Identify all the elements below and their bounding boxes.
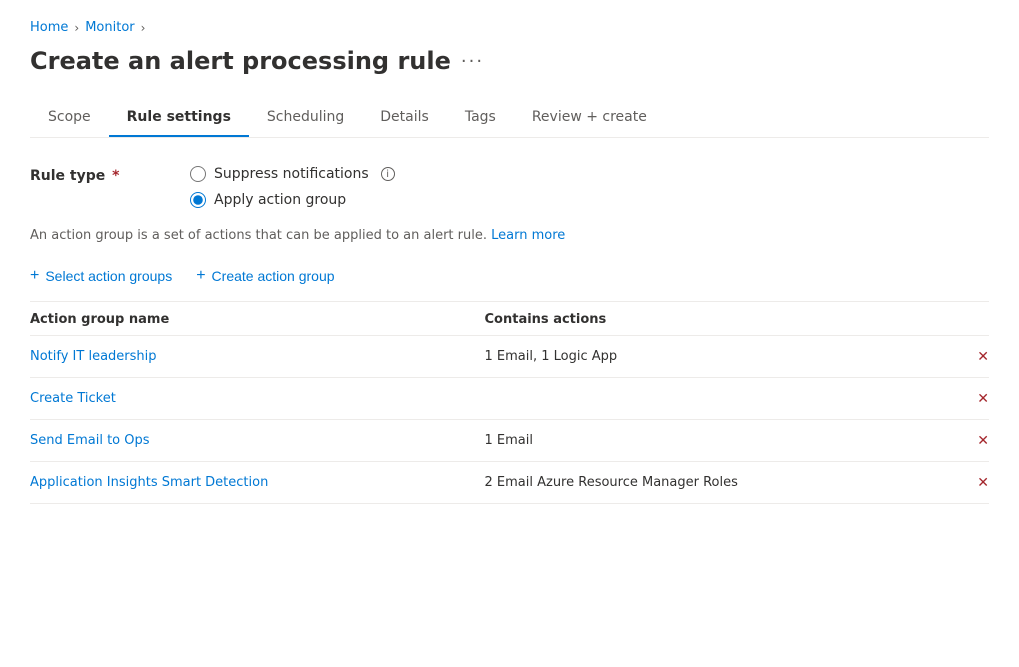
breadcrumb-sep-2: › — [141, 21, 146, 35]
row-2-name-link[interactable]: Create Ticket — [30, 391, 116, 406]
create-action-group-label: Create action group — [212, 268, 335, 284]
row-2-remove-icon: ✕ — [977, 390, 989, 407]
row-4-name: Application Insights Smart Detection — [30, 475, 485, 490]
table-row: Application Insights Smart Detection 2 E… — [30, 462, 989, 504]
row-3-name: Send Email to Ops — [30, 433, 485, 448]
tab-tags[interactable]: Tags — [447, 99, 514, 137]
breadcrumb-sep-1: › — [74, 21, 79, 35]
page-title-container: Create an alert processing rule ··· — [30, 47, 989, 75]
table-header-row: Action group name Contains actions — [30, 302, 989, 336]
tab-scheduling[interactable]: Scheduling — [249, 99, 362, 137]
create-action-group-button[interactable]: + Create action group — [196, 267, 334, 285]
col-header-contains-actions: Contains actions — [485, 312, 940, 327]
row-4-remove-icon: ✕ — [977, 474, 989, 491]
rule-type-section: Rule type * Suppress notifications i App… — [30, 166, 989, 208]
table-row: Notify IT leadership 1 Email, 1 Logic Ap… — [30, 336, 989, 378]
description-text: An action group is a set of actions that… — [30, 228, 487, 243]
breadcrumb: Home › Monitor › — [30, 20, 989, 35]
tab-scope[interactable]: Scope — [30, 99, 109, 137]
action-groups-table: Action group name Contains actions Notif… — [30, 302, 989, 504]
row-3-name-link[interactable]: Send Email to Ops — [30, 433, 150, 448]
select-action-groups-button[interactable]: + Select action groups — [30, 267, 172, 285]
row-1-remove-icon: ✕ — [977, 348, 989, 365]
page-title: Create an alert processing rule — [30, 47, 451, 75]
row-3-actions: 1 Email — [485, 433, 940, 448]
row-1-remove-button[interactable]: ✕ — [939, 348, 989, 365]
breadcrumb-home[interactable]: Home — [30, 20, 68, 35]
row-3-remove-button[interactable]: ✕ — [939, 432, 989, 449]
rule-type-apply-action-option[interactable]: Apply action group — [190, 192, 395, 208]
tab-review-create[interactable]: Review + create — [514, 99, 665, 137]
tab-details[interactable]: Details — [362, 99, 447, 137]
suppress-label[interactable]: Suppress notifications — [214, 166, 369, 182]
table-row: Send Email to Ops 1 Email ✕ — [30, 420, 989, 462]
description-section: An action group is a set of actions that… — [30, 228, 989, 243]
row-4-remove-button[interactable]: ✕ — [939, 474, 989, 491]
row-1-actions: 1 Email, 1 Logic App — [485, 349, 940, 364]
learn-more-link[interactable]: Learn more — [491, 228, 565, 243]
create-plus-icon: + — [196, 267, 205, 285]
suppress-info-icon[interactable]: i — [381, 167, 395, 181]
apply-action-group-label[interactable]: Apply action group — [214, 192, 346, 208]
row-2-remove-button[interactable]: ✕ — [939, 390, 989, 407]
tab-rule-settings[interactable]: Rule settings — [109, 99, 249, 137]
tab-bar: Scope Rule settings Scheduling Details T… — [30, 99, 989, 138]
table-row: Create Ticket ✕ — [30, 378, 989, 420]
page-title-menu[interactable]: ··· — [461, 51, 484, 72]
col-header-remove — [939, 312, 989, 327]
rule-type-suppress-option[interactable]: Suppress notifications i — [190, 166, 395, 182]
row-1-name-link[interactable]: Notify IT leadership — [30, 349, 157, 364]
select-action-groups-label: Select action groups — [45, 268, 172, 284]
suppress-radio[interactable] — [190, 166, 206, 182]
apply-action-group-radio[interactable] — [190, 192, 206, 208]
row-4-actions: 2 Email Azure Resource Manager Roles — [485, 475, 940, 490]
required-indicator: * — [107, 168, 119, 184]
rule-type-label: Rule type * — [30, 166, 190, 184]
rule-type-options: Suppress notifications i Apply action gr… — [190, 166, 395, 208]
row-3-remove-icon: ✕ — [977, 432, 989, 449]
breadcrumb-monitor[interactable]: Monitor — [85, 20, 134, 35]
row-4-name-link[interactable]: Application Insights Smart Detection — [30, 475, 268, 490]
select-plus-icon: + — [30, 267, 39, 285]
row-2-name: Create Ticket — [30, 391, 485, 406]
row-1-name: Notify IT leadership — [30, 349, 485, 364]
action-buttons-row: + Select action groups + Create action g… — [30, 267, 989, 285]
col-header-action-group-name: Action group name — [30, 312, 485, 327]
